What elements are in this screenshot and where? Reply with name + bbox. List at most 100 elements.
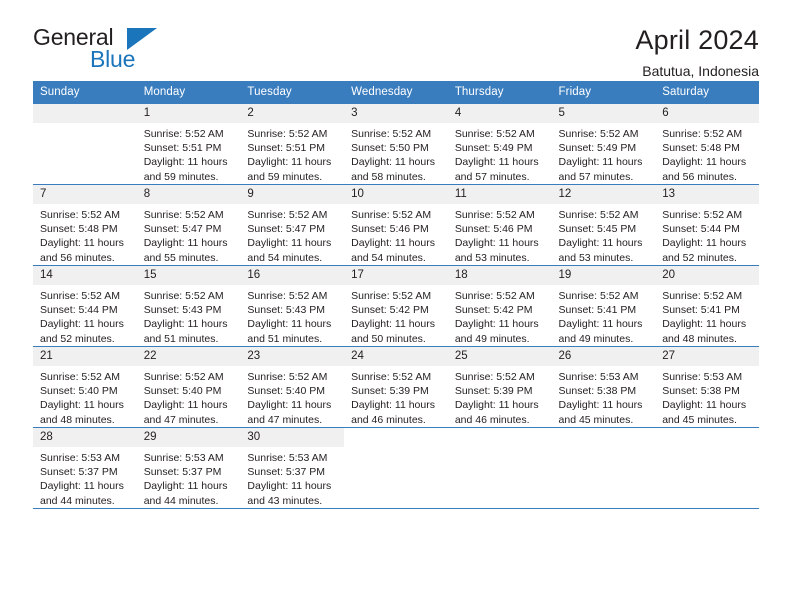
calendar-cell[interactable]: 28 Sunrise: 5:53 AM Sunset: 5:37 PM Dayligh… [33, 427, 137, 509]
calendar-cell[interactable]: 24 Sunrise: 5:52 AM Sunset: 5:39 PM Dayligh… [344, 346, 448, 428]
calendar-cell[interactable]: 21 Sunrise: 5:52 AM Sunset: 5:40 PM Dayligh… [33, 346, 137, 428]
sunrise-text: Sunrise: 5:52 AM [454, 371, 535, 383]
sunset-text: Sunset: 5:47 PM [247, 223, 326, 236]
day-details: Sunrise: 5:52 AM Sunset: 5:45 PM Daylight:… [552, 204, 656, 265]
calendar-cell[interactable]: 15 Sunrise: 5:52 AM Sunset: 5:43 PM Dayligh… [136, 265, 241, 347]
calendar-cell[interactable]: 30 Sunrise: 5:53 AM Sunset: 5:37 PM Dayligh… [240, 427, 345, 509]
day-cell [655, 428, 759, 508]
daylight-text: Daylight: 11 hours and 54 minutes. [247, 237, 332, 264]
calendar-cell[interactable]: 27 Sunrise: 5:53 AM Sunset: 5:38 PM Dayligh… [655, 346, 759, 428]
sunset-text: Sunset: 5:42 PM [351, 304, 429, 317]
day-details: Sunrise: 5:52 AM Sunset: 5:46 PM Daylight:… [344, 204, 448, 265]
daylight-text: Daylight: 11 hours and 52 minutes. [662, 237, 747, 264]
calendar-cell[interactable]: 20 Sunrise: 5:52 AM Sunset: 5:41 PM Dayligh… [655, 265, 759, 347]
calendar-cell[interactable]: 1 Sunrise: 5:52 AM Sunset: 5:51 PM Daylight… [136, 104, 241, 185]
sunrise-text: Sunrise: 5:52 AM [143, 371, 224, 383]
calendar-cell[interactable]: 11 Sunrise: 5:52 AM Sunset: 5:46 PM Dayligh… [447, 184, 552, 266]
sunrise-text: Sunrise: 5:52 AM [351, 128, 432, 140]
daylight-text: Daylight: 11 hours and 59 minutes. [143, 156, 228, 183]
calendar-cell[interactable]: 10 Sunrise: 5:52 AM Sunset: 5:46 PM Dayligh… [344, 184, 448, 266]
calendar-cell[interactable]: 22 Sunrise: 5:52 AM Sunset: 5:40 PM Dayligh… [136, 346, 241, 428]
calendar-cell[interactable]: 18 Sunrise: 5:52 AM Sunset: 5:42 PM Dayligh… [447, 265, 552, 347]
sunrise-text: Sunrise: 5:52 AM [247, 209, 328, 221]
sunset-text: Sunset: 5:41 PM [558, 304, 637, 317]
sunset-text: Sunset: 5:46 PM [351, 223, 429, 236]
sunrise-text: Sunrise: 5:53 AM [247, 452, 328, 464]
calendar-cell[interactable]: 29 Sunrise: 5:53 AM Sunset: 5:37 PM Dayligh… [136, 427, 241, 509]
calendar-week-row: 14 Sunrise: 5:52 AM Sunset: 5:44 PM Dayligh… [33, 265, 759, 347]
day-number: 6 [655, 104, 759, 123]
sunrise-text: Sunrise: 5:52 AM [247, 128, 328, 140]
sunrise-text: Sunrise: 5:52 AM [143, 209, 224, 221]
location-label: Batutua, Indonesia [642, 63, 759, 79]
brand-name-blue: Blue [90, 46, 136, 72]
calendar-cell[interactable]: 5 Sunrise: 5:52 AM Sunset: 5:49 PM Daylight… [551, 104, 656, 185]
calendar-cell[interactable]: 13 Sunrise: 5:52 AM Sunset: 5:44 PM Dayligh… [655, 184, 759, 266]
calendar-cell[interactable]: 6 Sunrise: 5:52 AM Sunset: 5:48 PM Daylight… [655, 104, 759, 185]
day-number: 20 [655, 266, 759, 285]
calendar-cell[interactable]: 17 Sunrise: 5:52 AM Sunset: 5:42 PM Dayligh… [344, 265, 448, 347]
calendar-cell[interactable]: 3 Sunrise: 5:52 AM Sunset: 5:50 PM Daylight… [344, 104, 448, 185]
day-number: 4 [447, 104, 552, 123]
day-number: 11 [447, 185, 552, 204]
calendar-cell[interactable]: 19 Sunrise: 5:52 AM Sunset: 5:41 PM Dayligh… [551, 265, 656, 347]
day-details: Sunrise: 5:52 AM Sunset: 5:48 PM Daylight:… [655, 123, 759, 184]
sunrise-text: Sunrise: 5:52 AM [454, 209, 535, 221]
daylight-text: Daylight: 11 hours and 45 minutes. [558, 399, 643, 426]
calendar-cell[interactable]: 9 Sunrise: 5:52 AM Sunset: 5:47 PM Daylight… [240, 184, 345, 266]
day-number [33, 104, 137, 123]
daylight-text: Daylight: 11 hours and 56 minutes. [662, 156, 747, 183]
day-cell: 5 Sunrise: 5:52 AM Sunset: 5:49 PM Daylight… [551, 104, 656, 184]
day-number: 12 [551, 185, 656, 204]
day-details: Sunrise: 5:52 AM Sunset: 5:43 PM Daylight:… [137, 285, 241, 346]
day-number [552, 428, 656, 447]
sunset-text: Sunset: 5:37 PM [40, 466, 118, 479]
daylight-text: Daylight: 11 hours and 44 minutes. [143, 480, 228, 507]
calendar-cell[interactable]: 26 Sunrise: 5:53 AM Sunset: 5:38 PM Dayligh… [551, 346, 656, 428]
calendar-cell[interactable]: 14 Sunrise: 5:52 AM Sunset: 5:44 PM Dayligh… [33, 265, 137, 347]
calendar-cell[interactable]: 7 Sunrise: 5:52 AM Sunset: 5:48 PM Daylight… [33, 184, 137, 266]
sunset-text: Sunset: 5:38 PM [558, 385, 637, 398]
weekday-header-monday: Monday [136, 81, 241, 104]
calendar-cell[interactable]: 23 Sunrise: 5:52 AM Sunset: 5:40 PM Dayligh… [240, 346, 345, 428]
sunrise-text: Sunrise: 5:52 AM [662, 128, 743, 140]
daylight-text: Daylight: 11 hours and 47 minutes. [247, 399, 332, 426]
sunset-text: Sunset: 5:40 PM [247, 385, 326, 398]
daylight-text: Daylight: 11 hours and 56 minutes. [40, 237, 124, 264]
calendar-cell[interactable]: 16 Sunrise: 5:52 AM Sunset: 5:43 PM Dayligh… [240, 265, 345, 347]
day-cell: 12 Sunrise: 5:52 AM Sunset: 5:45 PM Dayligh… [551, 185, 656, 265]
calendar-body: 1 Sunrise: 5:52 AM Sunset: 5:51 PM Daylight… [33, 104, 759, 509]
page-header: General Blue April 2024 Batutua, Indones… [33, 0, 759, 79]
calendar-cell[interactable]: 8 Sunrise: 5:52 AM Sunset: 5:47 PM Daylight… [136, 184, 241, 266]
day-cell: 15 Sunrise: 5:52 AM Sunset: 5:43 PM Dayligh… [136, 266, 241, 346]
calendar-cell[interactable]: 25 Sunrise: 5:52 AM Sunset: 5:39 PM Dayligh… [447, 346, 552, 428]
day-details: Sunrise: 5:52 AM Sunset: 5:47 PM Daylight:… [240, 204, 344, 265]
day-cell [344, 428, 448, 508]
day-details: Sunrise: 5:52 AM Sunset: 5:40 PM Daylight:… [137, 366, 241, 427]
daylight-text: Daylight: 11 hours and 53 minutes. [558, 237, 643, 264]
day-number: 5 [551, 104, 656, 123]
daylight-text: Daylight: 11 hours and 50 minutes. [351, 318, 435, 345]
day-cell: 9 Sunrise: 5:52 AM Sunset: 5:47 PM Daylight… [240, 185, 345, 265]
day-cell: 14 Sunrise: 5:52 AM Sunset: 5:44 PM Dayligh… [33, 266, 137, 346]
calendar-week-row: 28 Sunrise: 5:53 AM Sunset: 5:37 PM Dayligh… [33, 427, 759, 509]
day-cell: 6 Sunrise: 5:52 AM Sunset: 5:48 PM Daylight… [655, 104, 759, 184]
day-cell: 27 Sunrise: 5:53 AM Sunset: 5:38 PM Dayligh… [655, 347, 759, 427]
calendar-cell[interactable]: 2 Sunrise: 5:52 AM Sunset: 5:51 PM Daylight… [240, 104, 345, 185]
sunrise-text: Sunrise: 5:52 AM [558, 128, 639, 140]
sunrise-text: Sunrise: 5:52 AM [143, 128, 224, 140]
calendar-week-row: 1 Sunrise: 5:52 AM Sunset: 5:51 PM Daylight… [33, 104, 759, 185]
calendar-cell[interactable]: 12 Sunrise: 5:52 AM Sunset: 5:45 PM Dayligh… [551, 184, 656, 266]
sunrise-text: Sunrise: 5:52 AM [351, 209, 432, 221]
day-details: Sunrise: 5:53 AM Sunset: 5:37 PM Daylight:… [137, 447, 241, 508]
sunrise-text: Sunrise: 5:52 AM [40, 209, 120, 221]
daylight-text: Daylight: 11 hours and 51 minutes. [143, 318, 228, 345]
calendar-cell [33, 104, 137, 185]
day-number: 22 [136, 347, 241, 366]
day-cell: 29 Sunrise: 5:53 AM Sunset: 5:37 PM Dayligh… [136, 428, 241, 508]
daylight-text: Daylight: 11 hours and 48 minutes. [40, 399, 124, 426]
calendar-cell[interactable]: 4 Sunrise: 5:52 AM Sunset: 5:49 PM Daylight… [447, 104, 552, 185]
sunset-text: Sunset: 5:48 PM [40, 223, 118, 236]
day-number: 3 [344, 104, 448, 123]
sunrise-text: Sunrise: 5:52 AM [247, 290, 328, 302]
